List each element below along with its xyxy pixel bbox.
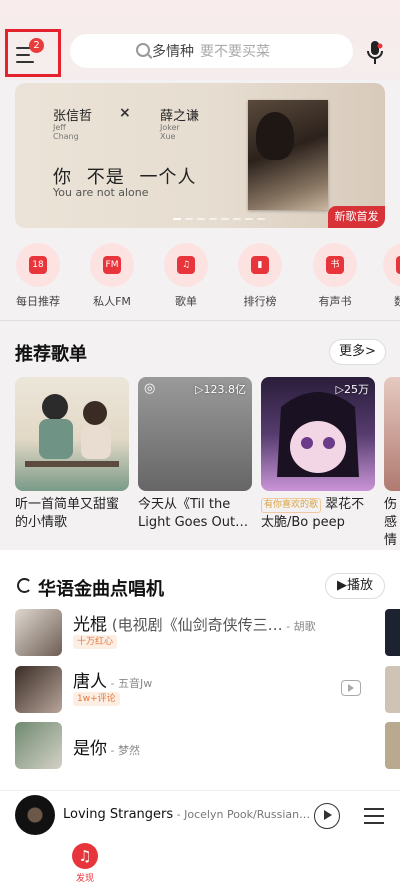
banner-artist-1-en: Jeff Chang (53, 123, 79, 141)
radio-icon: FM (103, 256, 121, 274)
playlist-icon: ♫ (177, 256, 195, 274)
playlist-queue-icon[interactable] (364, 808, 384, 829)
nav-label: 私人FM (93, 295, 131, 308)
next-column-cover[interactable] (385, 609, 400, 656)
playlist-card[interactable]: 伤感情 (384, 377, 400, 550)
calendar-icon: 18 (29, 256, 47, 274)
album-disc (15, 795, 55, 835)
refresh-icon[interactable] (17, 578, 32, 593)
menu-button[interactable]: 2 (5, 29, 61, 77)
chart-icon: ▮ (251, 256, 269, 274)
mini-player[interactable]: Loving Strangers - Jocelyn Pook/Russian… (0, 790, 400, 840)
book-icon: 书 (326, 256, 344, 274)
nav-digital[interactable]: ♪ 数字 (375, 243, 400, 309)
nav-label: 有声书 (318, 295, 352, 308)
search-bar[interactable]: 多情种 要不要买菜 (70, 34, 353, 68)
playlist-cover: ◎ ▷123.8亿 (138, 377, 252, 491)
tab-label: 发现 (76, 874, 95, 884)
banner-artist-photo (248, 100, 328, 210)
play-all-button[interactable]: ▶播放 (325, 573, 385, 599)
playlist-card[interactable]: 听一首简单又甜蜜的小情歌 (15, 377, 129, 532)
nav-audiobook[interactable]: 书 有声书 (305, 243, 365, 309)
banner-artist-2-en: Joker Xue (160, 123, 180, 141)
song-row[interactable]: 是你 - 梦然 (15, 720, 400, 770)
playlist-tag: 有你喜欢的歌 (261, 498, 322, 513)
nav-playlist[interactable]: ♫ 歌单 (156, 243, 216, 309)
song-tag: 十万红心 (73, 635, 118, 649)
banner-subtitle: You are not alone (53, 186, 149, 199)
nav-private-fm[interactable]: FM 私人FM (82, 243, 142, 309)
bottom-tabbar: ♫ 发现 (0, 840, 400, 888)
nav-label: 每日推荐 (16, 295, 60, 308)
playlist-title: 听一首简单又甜蜜的小情歌 (15, 497, 120, 530)
banner-pagination (173, 218, 265, 220)
music-logo-icon: ◎ (144, 381, 156, 396)
playlist-card[interactable]: ◎ ▷123.8亿 今天从《Til the Light Goes Out… (138, 377, 252, 532)
song-title: 唐人 - 五音Jw (73, 672, 153, 692)
song-cover (15, 722, 62, 769)
nav-label: 歌单 (175, 295, 197, 308)
banner-badge: 新歌首发 (328, 206, 385, 228)
banner-artist-2: 薛之谦 (160, 109, 200, 124)
nav-charts[interactable]: ▮ 排行榜 (230, 243, 290, 309)
playlist-title: 有你喜欢的歌 翠花不太脆/Bo peep (261, 497, 365, 530)
microphone-icon[interactable] (366, 40, 384, 66)
notification-badge: 2 (29, 38, 44, 53)
playlist-cover: ▷25万 (261, 377, 375, 491)
play-count: ▷25万 (335, 383, 369, 396)
top-header: 2 多情种 要不要买菜 (0, 0, 400, 80)
playlist-card[interactable]: ▷25万 有你喜欢的歌 翠花不太脆/Bo peep (261, 377, 375, 532)
promo-banner[interactable]: 张信哲 Jeff Chang × 薛之谦 Joker Xue 你 不是 一个人 Yo… (15, 83, 385, 228)
playlist-title: 今天从《Til the Light Goes Out… (138, 497, 249, 530)
song-row[interactable]: 光棍 (电视剧《仙剑奇侠传三… - 胡歌 十万红心 (15, 607, 400, 657)
divider (0, 320, 400, 321)
nav-daily-recommend[interactable]: 18 每日推荐 (8, 243, 68, 309)
search-hint: 要不要买菜 (200, 44, 270, 60)
song-tag: 1w+评论 (73, 692, 120, 706)
nav-label: 数字 (394, 295, 400, 308)
search-icon (136, 43, 150, 57)
song-cover (15, 666, 62, 713)
jukebox-title: 华语金曲点唱机 (38, 579, 164, 600)
play-pause-icon[interactable] (314, 803, 340, 829)
song-cover (15, 609, 62, 656)
next-column-cover[interactable] (385, 666, 400, 713)
playlist-cover (15, 377, 129, 491)
now-playing-title: Loving Strangers - Jocelyn Pook/Russian… (63, 807, 309, 822)
nav-label: 排行榜 (243, 295, 277, 308)
song-row[interactable]: 唐人 - 五音Jw 1w+评论 (15, 664, 400, 714)
banner-artist-1: 张信哲 (53, 109, 93, 124)
song-title: 是你 - 梦然 (73, 739, 140, 759)
song-title: 光棍 (电视剧《仙剑奇侠传三… - 胡歌 (73, 615, 316, 635)
recommend-title: 推荐歌单 (15, 344, 87, 365)
banner-cross: × (119, 105, 131, 121)
netease-music-icon: ♫ (72, 843, 98, 869)
search-hot-keyword: 多情种 (152, 44, 194, 60)
play-count: ▷123.8亿 (195, 383, 246, 396)
next-column-cover[interactable] (385, 722, 400, 769)
quick-nav: 18 每日推荐 FM 私人FM ♫ 歌单 ▮ 排行榜 书 有声书 ♪ 数字 (0, 243, 400, 313)
mv-play-icon[interactable] (341, 680, 361, 696)
playlist-title: 伤感情 (384, 497, 398, 548)
digital-icon: ♪ (396, 256, 400, 274)
more-button[interactable]: 更多> (329, 339, 386, 365)
playlist-cover (384, 377, 400, 491)
